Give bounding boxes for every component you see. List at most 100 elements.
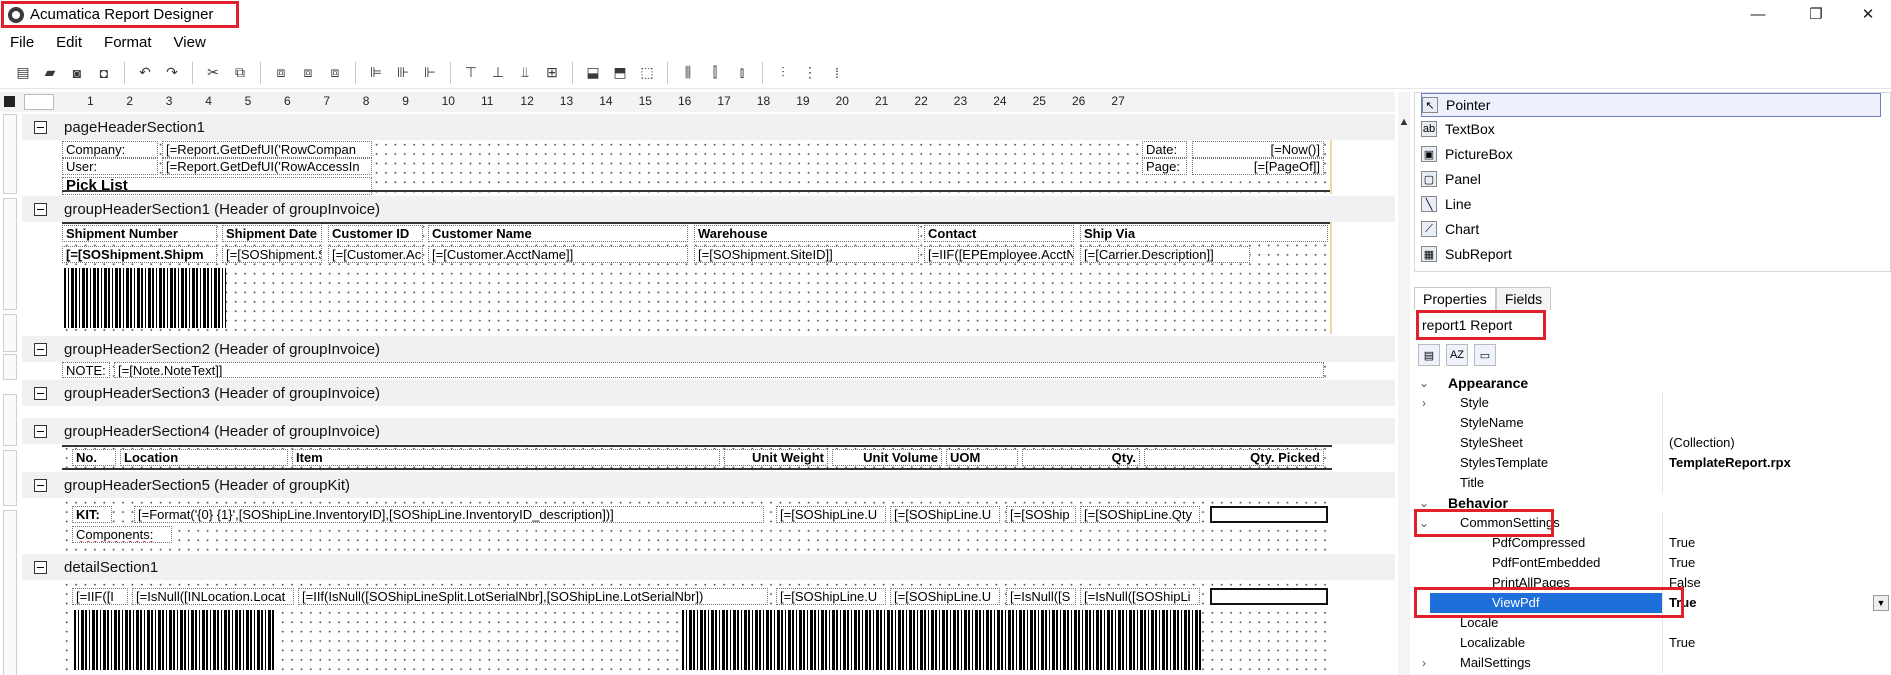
barcode-image[interactable] bbox=[64, 268, 226, 328]
property-value[interactable]: (Collection) bbox=[1662, 433, 1891, 453]
date-label[interactable]: Date: bbox=[1142, 141, 1187, 158]
report-designer-surface[interactable]: 1 2 3 4 5 6 7 8 9 10 11 12 13 14 15 16 17 18 19 20 21 22 23 24 2… bbox=[0, 92, 1395, 675]
property-value[interactable]: True bbox=[1662, 593, 1891, 613]
kit-label[interactable]: KIT: bbox=[72, 506, 112, 523]
hspace-equal-icon[interactable]: ⫼ bbox=[677, 62, 699, 84]
property-row[interactable]: Localizable True bbox=[1418, 633, 1891, 653]
divider-line[interactable] bbox=[62, 190, 1332, 192]
collapse-toggle[interactable] bbox=[34, 120, 47, 134]
pick-list-title[interactable]: Pick List bbox=[62, 177, 372, 195]
empty-field[interactable] bbox=[1210, 588, 1328, 605]
header-cell[interactable]: Location bbox=[120, 449, 288, 466]
tool-line[interactable]: ╲ Line bbox=[1421, 192, 1881, 216]
property-value[interactable] bbox=[1662, 653, 1891, 673]
collapse-toggle[interactable] bbox=[34, 386, 47, 400]
vspace-inc-icon[interactable]: ⋮ bbox=[799, 62, 821, 84]
same-width-icon[interactable]: ⬓ bbox=[582, 62, 604, 84]
section-group-header-4[interactable]: groupHeaderSection4 (Header of groupInvo… bbox=[22, 418, 1395, 444]
band-group-header-4[interactable]: No. Location Item Unit Weight Unit Volum… bbox=[62, 444, 1332, 470]
detail-cell[interactable]: [=IIf(IsNull([SOShipLineSplit.LotSerialN… bbox=[298, 588, 768, 605]
value-cell[interactable]: [=IIF([EPEmployee.AcctNam bbox=[924, 246, 1074, 263]
components-label[interactable]: Components: bbox=[72, 526, 172, 543]
shipline-field[interactable]: [=[SOShip bbox=[1006, 506, 1076, 523]
align-right-icon[interactable]: ⊩ bbox=[419, 62, 441, 84]
select-all-box[interactable] bbox=[4, 96, 15, 107]
property-value[interactable] bbox=[1662, 473, 1891, 493]
user-label[interactable]: User: bbox=[62, 158, 158, 175]
shipline-field[interactable]: [=[SOShipLine.U bbox=[776, 506, 886, 523]
align-left-icon[interactable]: ⊫ bbox=[365, 62, 387, 84]
value-cell[interactable]: [=[SOShipment.Shipm bbox=[62, 246, 217, 263]
header-cell[interactable]: Qty. Picked bbox=[1144, 449, 1324, 466]
header-cell[interactable]: Ship Via bbox=[1080, 225, 1328, 242]
band-group-header-1[interactable]: Shipment Number Shipment Date Customer I… bbox=[62, 222, 1332, 334]
detail-cell[interactable]: [=IsNull([INLocation.Locat bbox=[132, 588, 294, 605]
band-page-header[interactable]: Company: [=Report.GetDefUI('RowCompan Us… bbox=[62, 140, 1332, 195]
date-field[interactable]: [=Now()] bbox=[1192, 141, 1324, 158]
scroll-up-icon[interactable]: ▲ bbox=[1398, 116, 1410, 128]
menu-view[interactable]: View bbox=[174, 34, 206, 51]
property-row[interactable]: PdfFontEmbedded True bbox=[1418, 553, 1891, 573]
property-value[interactable] bbox=[1662, 513, 1891, 533]
collapse-toggle[interactable] bbox=[34, 342, 47, 356]
value-cell[interactable]: [=[Carrier.Description]] bbox=[1080, 246, 1250, 263]
align-grid-icon[interactable]: ⊞ bbox=[541, 62, 563, 84]
property-value[interactable] bbox=[1662, 613, 1891, 633]
empty-field[interactable] bbox=[1210, 506, 1328, 523]
company-label[interactable]: Company: bbox=[62, 141, 158, 158]
header-cell[interactable]: Warehouse bbox=[694, 225, 919, 242]
note-label[interactable]: NOTE: bbox=[62, 362, 110, 378]
kit-format-field[interactable]: [=Format('{0} {1}',[SOShipLine.Inventory… bbox=[134, 506, 764, 523]
expand-chevron-icon[interactable]: ⌄ bbox=[1418, 376, 1430, 390]
shipline-field[interactable]: [=[SOShipLine.Qty bbox=[1080, 506, 1200, 523]
collapse-toggle[interactable] bbox=[34, 560, 47, 574]
tool-picturebox[interactable]: ▣ PictureBox bbox=[1421, 142, 1881, 166]
property-value[interactable] bbox=[1662, 393, 1891, 413]
header-cell[interactable]: Customer Name bbox=[428, 225, 688, 242]
menu-edit[interactable]: Edit bbox=[56, 34, 82, 51]
header-cell[interactable]: Shipment Date bbox=[222, 225, 322, 242]
property-category[interactable]: ⌄ Appearance bbox=[1418, 373, 1891, 393]
header-cell[interactable]: Item bbox=[292, 449, 720, 466]
menu-file[interactable]: File bbox=[10, 34, 34, 51]
property-row[interactable]: › Style bbox=[1418, 393, 1891, 413]
band-detail[interactable]: [=IIF([I [=IsNull([INLocation.Locat [=II… bbox=[62, 580, 1332, 675]
property-value[interactable]: True bbox=[1662, 633, 1891, 653]
minimize-button[interactable]: — bbox=[1735, 2, 1781, 26]
maximize-button[interactable]: ❐ bbox=[1793, 2, 1839, 26]
band-group-header-5[interactable]: KIT: [=Format('{0} {1}',[SOShipLine.Inve… bbox=[62, 498, 1332, 552]
property-pages-icon[interactable]: ▭ bbox=[1474, 344, 1496, 366]
expand-chevron-icon[interactable]: › bbox=[1418, 396, 1430, 410]
open-icon[interactable]: ▰ bbox=[39, 62, 61, 84]
detail-cell[interactable]: [=IIF([I bbox=[72, 588, 128, 605]
dropdown-arrow-icon[interactable]: ▼ bbox=[1873, 595, 1889, 611]
detail-cell[interactable]: [=IsNull([SOShipLi bbox=[1080, 588, 1200, 605]
value-cell[interactable]: [=[SOShipment.SiteID]] bbox=[694, 246, 919, 263]
property-value[interactable]: True bbox=[1662, 533, 1891, 553]
close-button[interactable]: ✕ bbox=[1845, 2, 1891, 26]
bring-front-icon[interactable]: ⧈ bbox=[270, 62, 292, 84]
expand-chevron-icon[interactable]: ⌄ bbox=[1418, 496, 1430, 510]
value-cell[interactable]: [=[Customer.AcctName]] bbox=[428, 246, 688, 263]
vspace-equal-icon[interactable]: ⫶ bbox=[772, 62, 794, 84]
hspace-inc-icon[interactable]: ⫿ bbox=[704, 62, 726, 84]
designer-scrollbar[interactable]: ▲ bbox=[1398, 92, 1410, 675]
header-cell[interactable]: Shipment Number bbox=[62, 225, 217, 242]
value-cell[interactable]: [=[SOShipment.Sh bbox=[222, 246, 322, 263]
section-page-header[interactable]: pageHeaderSection1 bbox=[22, 114, 1395, 140]
align-bottom-icon[interactable]: ⫫ bbox=[514, 62, 536, 84]
cut-icon[interactable]: ✂ bbox=[202, 62, 224, 84]
tab-properties[interactable]: Properties bbox=[1414, 287, 1496, 310]
alphabetical-icon[interactable]: AZ bbox=[1446, 344, 1468, 366]
tool-pointer[interactable]: ↖ Pointer bbox=[1421, 93, 1881, 117]
object-selector[interactable]: report1 Report bbox=[1416, 310, 1546, 340]
property-value[interactable] bbox=[1662, 413, 1891, 433]
header-cell[interactable]: UOM bbox=[946, 449, 1018, 466]
section-group-header-1[interactable]: groupHeaderSection1 (Header of groupInvo… bbox=[22, 196, 1395, 222]
tool-textbox[interactable]: ab TextBox bbox=[1421, 117, 1881, 141]
collapse-toggle[interactable] bbox=[34, 424, 47, 438]
group-icon[interactable]: ⧈ bbox=[324, 62, 346, 84]
divider-line[interactable] bbox=[62, 222, 1332, 224]
same-height-icon[interactable]: ⬒ bbox=[609, 62, 631, 84]
property-row[interactable]: StyleName bbox=[1418, 413, 1891, 433]
